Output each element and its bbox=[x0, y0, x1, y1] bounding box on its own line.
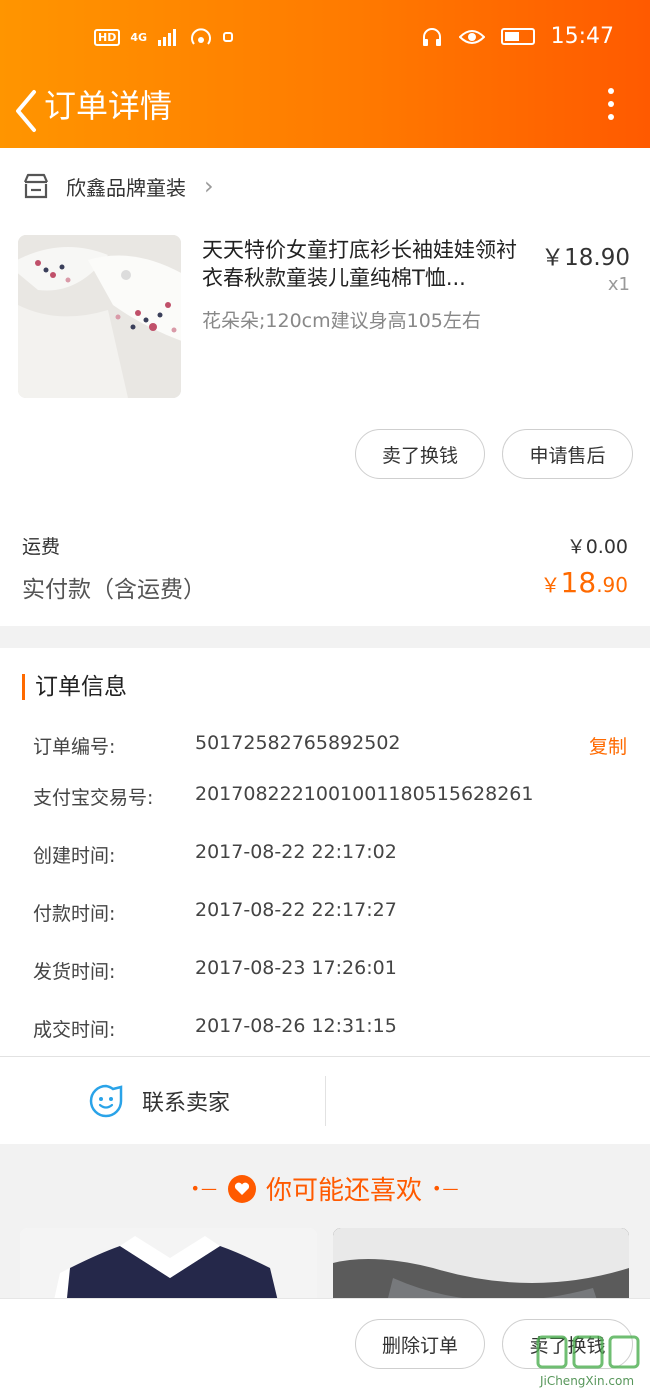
notification-dot-icon bbox=[223, 32, 234, 42]
info-key: 成交时间: bbox=[33, 1019, 116, 1041]
nav-bar: 订单详情 bbox=[0, 76, 650, 148]
order-info-card: 订单信息 订单编号: 50172582765892502 复制 支付宝交易号: … bbox=[0, 648, 650, 1144]
headphones-icon bbox=[422, 27, 441, 46]
paid-currency: ￥ bbox=[540, 573, 561, 597]
copy-button[interactable]: 复制 bbox=[589, 732, 627, 759]
info-value: 2017-08-26 12:31:15 bbox=[195, 1015, 397, 1037]
back-arrow-icon[interactable] bbox=[12, 86, 42, 136]
heart-icon bbox=[227, 1174, 256, 1203]
product-image[interactable] bbox=[18, 235, 181, 398]
order-card: 欣鑫品牌童装 › 天天特价女童打底衫长袖娃娃领衬衣春秋款童装儿童纯棉T恤... … bbox=[0, 148, 650, 626]
chevron-right-icon: › bbox=[204, 172, 214, 200]
svg-text:JiChengXin.com: JiChengXin.com bbox=[539, 1374, 634, 1388]
shipping-value: ￥0.00 bbox=[566, 536, 628, 558]
battery-icon bbox=[500, 28, 535, 45]
divider bbox=[0, 1056, 650, 1057]
info-value: 50172582765892502 bbox=[195, 732, 401, 754]
info-value: 2017082221001001180515628261 bbox=[195, 783, 534, 805]
info-value: 2017-08-22 22:17:27 bbox=[195, 899, 397, 921]
info-value: 2017-08-22 22:17:02 bbox=[195, 841, 397, 863]
order-info-title: 订单信息 bbox=[22, 674, 127, 700]
chat-face-icon bbox=[89, 1084, 123, 1118]
hotspot-icon bbox=[191, 28, 211, 45]
shop-row[interactable]: 欣鑫品牌童装 › bbox=[22, 170, 214, 202]
info-row-created: 创建时间: 2017-08-22 22:17:02 bbox=[33, 841, 633, 871]
contact-seller-label: 联系卖家 bbox=[142, 1091, 231, 1116]
store-icon bbox=[23, 173, 49, 199]
paid-decimal: .90 bbox=[596, 573, 628, 597]
info-key: 付款时间: bbox=[33, 903, 116, 925]
recommendation-header: •— 你可能还喜欢 •— bbox=[0, 1170, 650, 1207]
info-key: 订单编号: bbox=[33, 736, 116, 758]
page-title: 订单详情 bbox=[44, 87, 173, 125]
decor-line-left: •— bbox=[190, 1179, 218, 1198]
sell-for-cash-button[interactable]: 卖了换钱 bbox=[355, 429, 485, 479]
shop-name: 欣鑫品牌童装 bbox=[66, 175, 186, 200]
contact-seller-button[interactable]: 联系卖家 bbox=[88, 1083, 230, 1119]
recommendation-section: •— 你可能还喜欢 •— bbox=[0, 1160, 650, 1318]
after-sale-button[interactable]: 申请售后 bbox=[502, 429, 633, 479]
product-spec: 花朵朵;120cm建议身高105左右 bbox=[202, 310, 481, 332]
info-row-shipped: 发货时间: 2017-08-23 17:26:01 bbox=[33, 957, 633, 987]
status-bar: HD 4G 15:47 bbox=[0, 0, 650, 76]
watermark-logo: JiChengXin.com bbox=[528, 1335, 646, 1389]
vertical-divider bbox=[325, 1076, 326, 1126]
recommendation-title: 你可能还喜欢 bbox=[265, 1176, 422, 1206]
more-menu-icon[interactable] bbox=[606, 88, 616, 124]
info-key: 创建时间: bbox=[33, 845, 116, 867]
info-value: 2017-08-23 17:26:01 bbox=[195, 957, 397, 979]
info-row-paid: 付款时间: 2017-08-22 22:17:27 bbox=[33, 899, 633, 929]
paid-label: 实付款（含运费） bbox=[22, 577, 206, 603]
eye-icon bbox=[458, 29, 485, 44]
status-right: 15:47 bbox=[421, 24, 614, 49]
hd-badge: HD bbox=[94, 28, 121, 46]
product-title[interactable]: 天天特价女童打底衫长袖娃娃领衬衣春秋款童装儿童纯棉T恤... bbox=[202, 236, 537, 292]
app-header: HD 4G 15:47 订单详情 bbox=[0, 0, 650, 148]
clock: 15:47 bbox=[550, 24, 614, 49]
network-label: 4G bbox=[130, 30, 148, 44]
signal-icon bbox=[158, 29, 177, 46]
delete-order-button[interactable]: 删除订单 bbox=[355, 1319, 485, 1369]
product-price: ￥18.90 bbox=[541, 245, 630, 271]
product-quantity: x1 bbox=[607, 274, 630, 295]
info-key: 支付宝交易号: bbox=[33, 787, 154, 809]
paid-amount: ￥18.90 bbox=[541, 566, 628, 599]
status-left: HD 4G bbox=[94, 26, 234, 48]
info-key: 发货时间: bbox=[33, 961, 116, 983]
decor-line-right: •— bbox=[432, 1179, 460, 1198]
info-row-alipay-id: 支付宝交易号: 2017082221001001180515628261 bbox=[33, 783, 633, 813]
info-row-order-number: 订单编号: 50172582765892502 复制 bbox=[33, 732, 633, 762]
info-row-completed: 成交时间: 2017-08-26 12:31:15 bbox=[33, 1015, 633, 1045]
bottom-action-bar: 删除订单 卖了换钱 JiChengXin.com bbox=[0, 1298, 650, 1390]
shipping-label: 运费 bbox=[22, 536, 61, 558]
paid-integer: 18 bbox=[560, 566, 597, 599]
